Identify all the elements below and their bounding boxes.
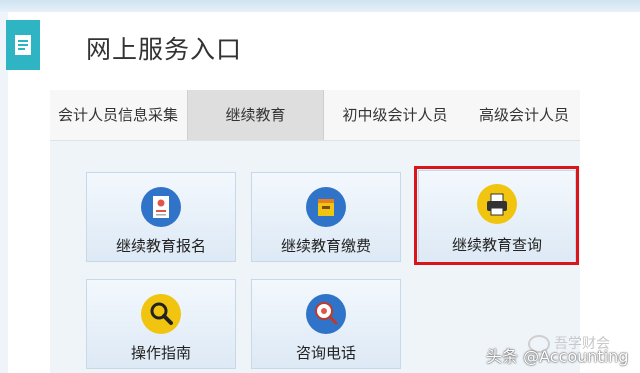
registration-form-icon — [141, 187, 181, 227]
tab-junior-intermediate[interactable]: 初中级会计人员 — [324, 90, 466, 140]
highlight-box — [414, 166, 579, 265]
tile-consult-label: 咨询电话 — [295, 344, 356, 362]
tile-consult[interactable]: 咨询电话 — [251, 279, 401, 369]
magnifier-icon — [141, 294, 181, 334]
tab-senior-accountant[interactable]: 高级会计人员 — [468, 90, 580, 140]
tab-continuing-education[interactable]: 继续教育 — [187, 90, 324, 140]
tile-payment[interactable]: 继续教育缴费 — [251, 172, 401, 262]
document-icon — [6, 20, 40, 70]
top-window-strip — [0, 0, 640, 12]
tab-info-collection[interactable]: 会计人员信息采集 — [50, 90, 186, 140]
toutiao-watermark: 头条 @Accounting — [486, 347, 629, 366]
tile-guide-label: 操作指南 — [130, 344, 191, 362]
tile-guide[interactable]: 操作指南 — [86, 279, 236, 369]
tile-payment-label: 继续教育缴费 — [280, 237, 371, 255]
page-title: 网上服务入口 — [86, 35, 243, 64]
consult-search-icon — [306, 294, 346, 334]
tile-registration[interactable]: 继续教育报名 — [86, 172, 236, 262]
payment-box-icon — [306, 187, 346, 227]
tile-registration-label: 继续教育报名 — [115, 237, 206, 255]
tab-bar: 会计人员信息采集 继续教育 初中级会计人员 高级会计人员 — [50, 90, 580, 141]
